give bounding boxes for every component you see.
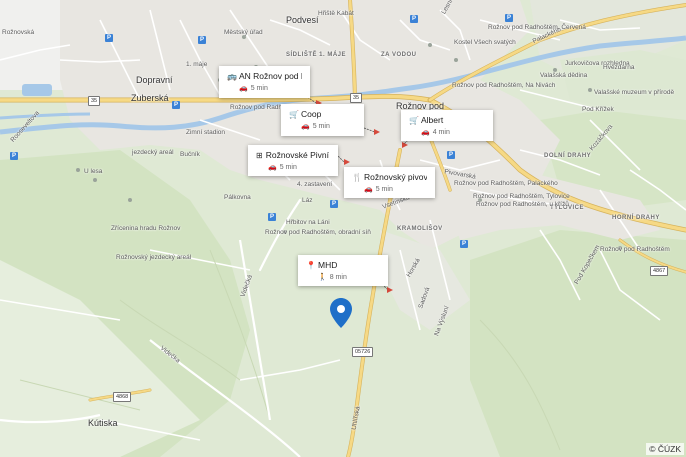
car-icon: 🚗 (268, 164, 277, 171)
place-label: U lesa (84, 168, 103, 175)
travel-time: 5 min (312, 122, 330, 130)
poi-card-coop[interactable]: 🛒 Coop 🚗 5 min (281, 104, 364, 136)
poi-name: MHD (318, 260, 338, 270)
poi-card-mhd[interactable]: 📍 MHD 🚶 8 min (298, 255, 388, 286)
road-shield-35: 35 (88, 96, 101, 106)
poi-name: Rožnovský pivovar (364, 172, 427, 182)
place-label: Hřiště Kabát (318, 10, 354, 17)
property-location-pin-icon[interactable] (330, 298, 352, 328)
locality-label: Podvesí (286, 15, 319, 25)
place-label: Rožnov pod Radhoštěm, Palackého (454, 180, 558, 187)
place-label: 4. zastavení (297, 181, 333, 188)
travel-time: 5 min (279, 163, 297, 171)
district-label: DOLNÍ DRAHY (544, 153, 592, 159)
poi-card-bus-station[interactable]: 🚌 AN Rožnov pod R... 🚗 5 min (219, 66, 310, 98)
place-label: Hvězdárna (603, 64, 635, 71)
district-label: SÍDLIŠTĚ 1. MÁJE (286, 52, 347, 58)
parking-icon: P (105, 34, 113, 42)
place-label: Zřícenina hradu Rožnov (111, 225, 181, 232)
poi-name: Albert (421, 115, 444, 125)
car-icon: 🚗 (421, 129, 430, 136)
travel-time: 8 min (329, 273, 347, 281)
parking-icon: P (410, 15, 418, 23)
poi-card-albert[interactable]: 🛒 Albert 🚗 4 min (401, 110, 493, 141)
street-label: Dopravní (136, 75, 173, 85)
town-label: Kútiska (88, 418, 118, 428)
district-label: HORNÍ DRAHY (612, 215, 660, 221)
poi-card-pivovar[interactable]: 🍴 Rožnovský pivovar 🚗 5 min (344, 167, 435, 198)
walk-icon: 🚶 (318, 274, 327, 281)
street-label: Zuberská (131, 93, 169, 103)
place-label: Valašská dědina (540, 72, 588, 79)
place-label: Rožnovský jezdecký areál (116, 254, 192, 261)
place-label: Městský úřad (224, 29, 263, 36)
parking-icon: P (10, 152, 18, 160)
poi-name: Rožnovské Pivní L... (265, 150, 330, 160)
plus-square-icon: ⊞ (256, 150, 263, 160)
district-label: KRAMOLIŠOV (397, 226, 443, 232)
district-label: ZA VODOU (381, 52, 417, 58)
parking-icon: P (330, 200, 338, 208)
road-shield-4868: 4868 (113, 392, 132, 402)
poi-name: AN Rožnov pod R... (239, 71, 302, 81)
parking-icon: P (447, 151, 455, 159)
street-label: Bučník (180, 151, 200, 158)
place-label: jezdecký areál (132, 149, 174, 156)
place-label: Rožnov pod Radhoštěm, Na Nivách (452, 82, 556, 89)
travel-time: 4 min (432, 128, 450, 136)
poi-name: Coop (301, 109, 322, 119)
place-label: Hřbitov na Láni (286, 219, 330, 226)
cart-icon: 🛒 (409, 115, 419, 125)
road-shield-4867: 4867 (650, 266, 669, 276)
place-label: Valašské muzeum v přírodě (594, 89, 675, 96)
location-pin-icon: 📍 (306, 260, 316, 270)
poi-card-pivni-lazne[interactable]: ⊞ Rožnovské Pivní L... 🚗 5 min (248, 145, 338, 176)
road-shield-35: 35 (350, 93, 363, 103)
car-icon: 🚗 (239, 85, 248, 92)
place-label: Rožnov pod Radhoštěm, u křížů (476, 201, 569, 208)
place-label: Rožnov pod Radhoštěm, obradní síň (265, 229, 371, 236)
street-label: Rožnovská (2, 29, 35, 36)
copyright-notice[interactable]: © ČÚZK (646, 443, 684, 455)
place-label: Pálkovna (224, 194, 251, 201)
place-label: Rožnov pod Radhoštěm (600, 246, 670, 253)
parking-icon: P (505, 14, 513, 22)
parking-icon: P (268, 213, 276, 221)
parking-icon: P (172, 101, 180, 109)
place-label: Rožnov pod Radhoštěm, Tylovice (473, 193, 570, 200)
travel-time: 5 min (250, 84, 268, 92)
street-label: 1. máje (186, 61, 208, 68)
travel-time: 5 min (375, 185, 393, 193)
road-shield-05726: 05726 (352, 347, 374, 357)
car-icon: 🚗 (364, 186, 373, 193)
map-canvas[interactable]: P P P P P P P P P P 35 35 4868 4867 0572… (0, 0, 686, 457)
place-label: Láz (302, 197, 313, 204)
place-label: Pod Křížek (582, 106, 614, 113)
fork-knife-icon: 🍴 (352, 172, 362, 182)
cart-icon: 🛒 (289, 109, 299, 119)
parking-icon: P (460, 240, 468, 248)
place-label: Zimní stadion (186, 129, 226, 136)
place-label: Rožnov pod Radhoštěm, Červená (488, 24, 586, 31)
car-icon: 🚗 (301, 123, 310, 130)
bus-icon: 🚌 (227, 71, 237, 81)
place-label: Kostel Všech svatých (454, 39, 516, 46)
parking-icon: P (198, 36, 206, 44)
